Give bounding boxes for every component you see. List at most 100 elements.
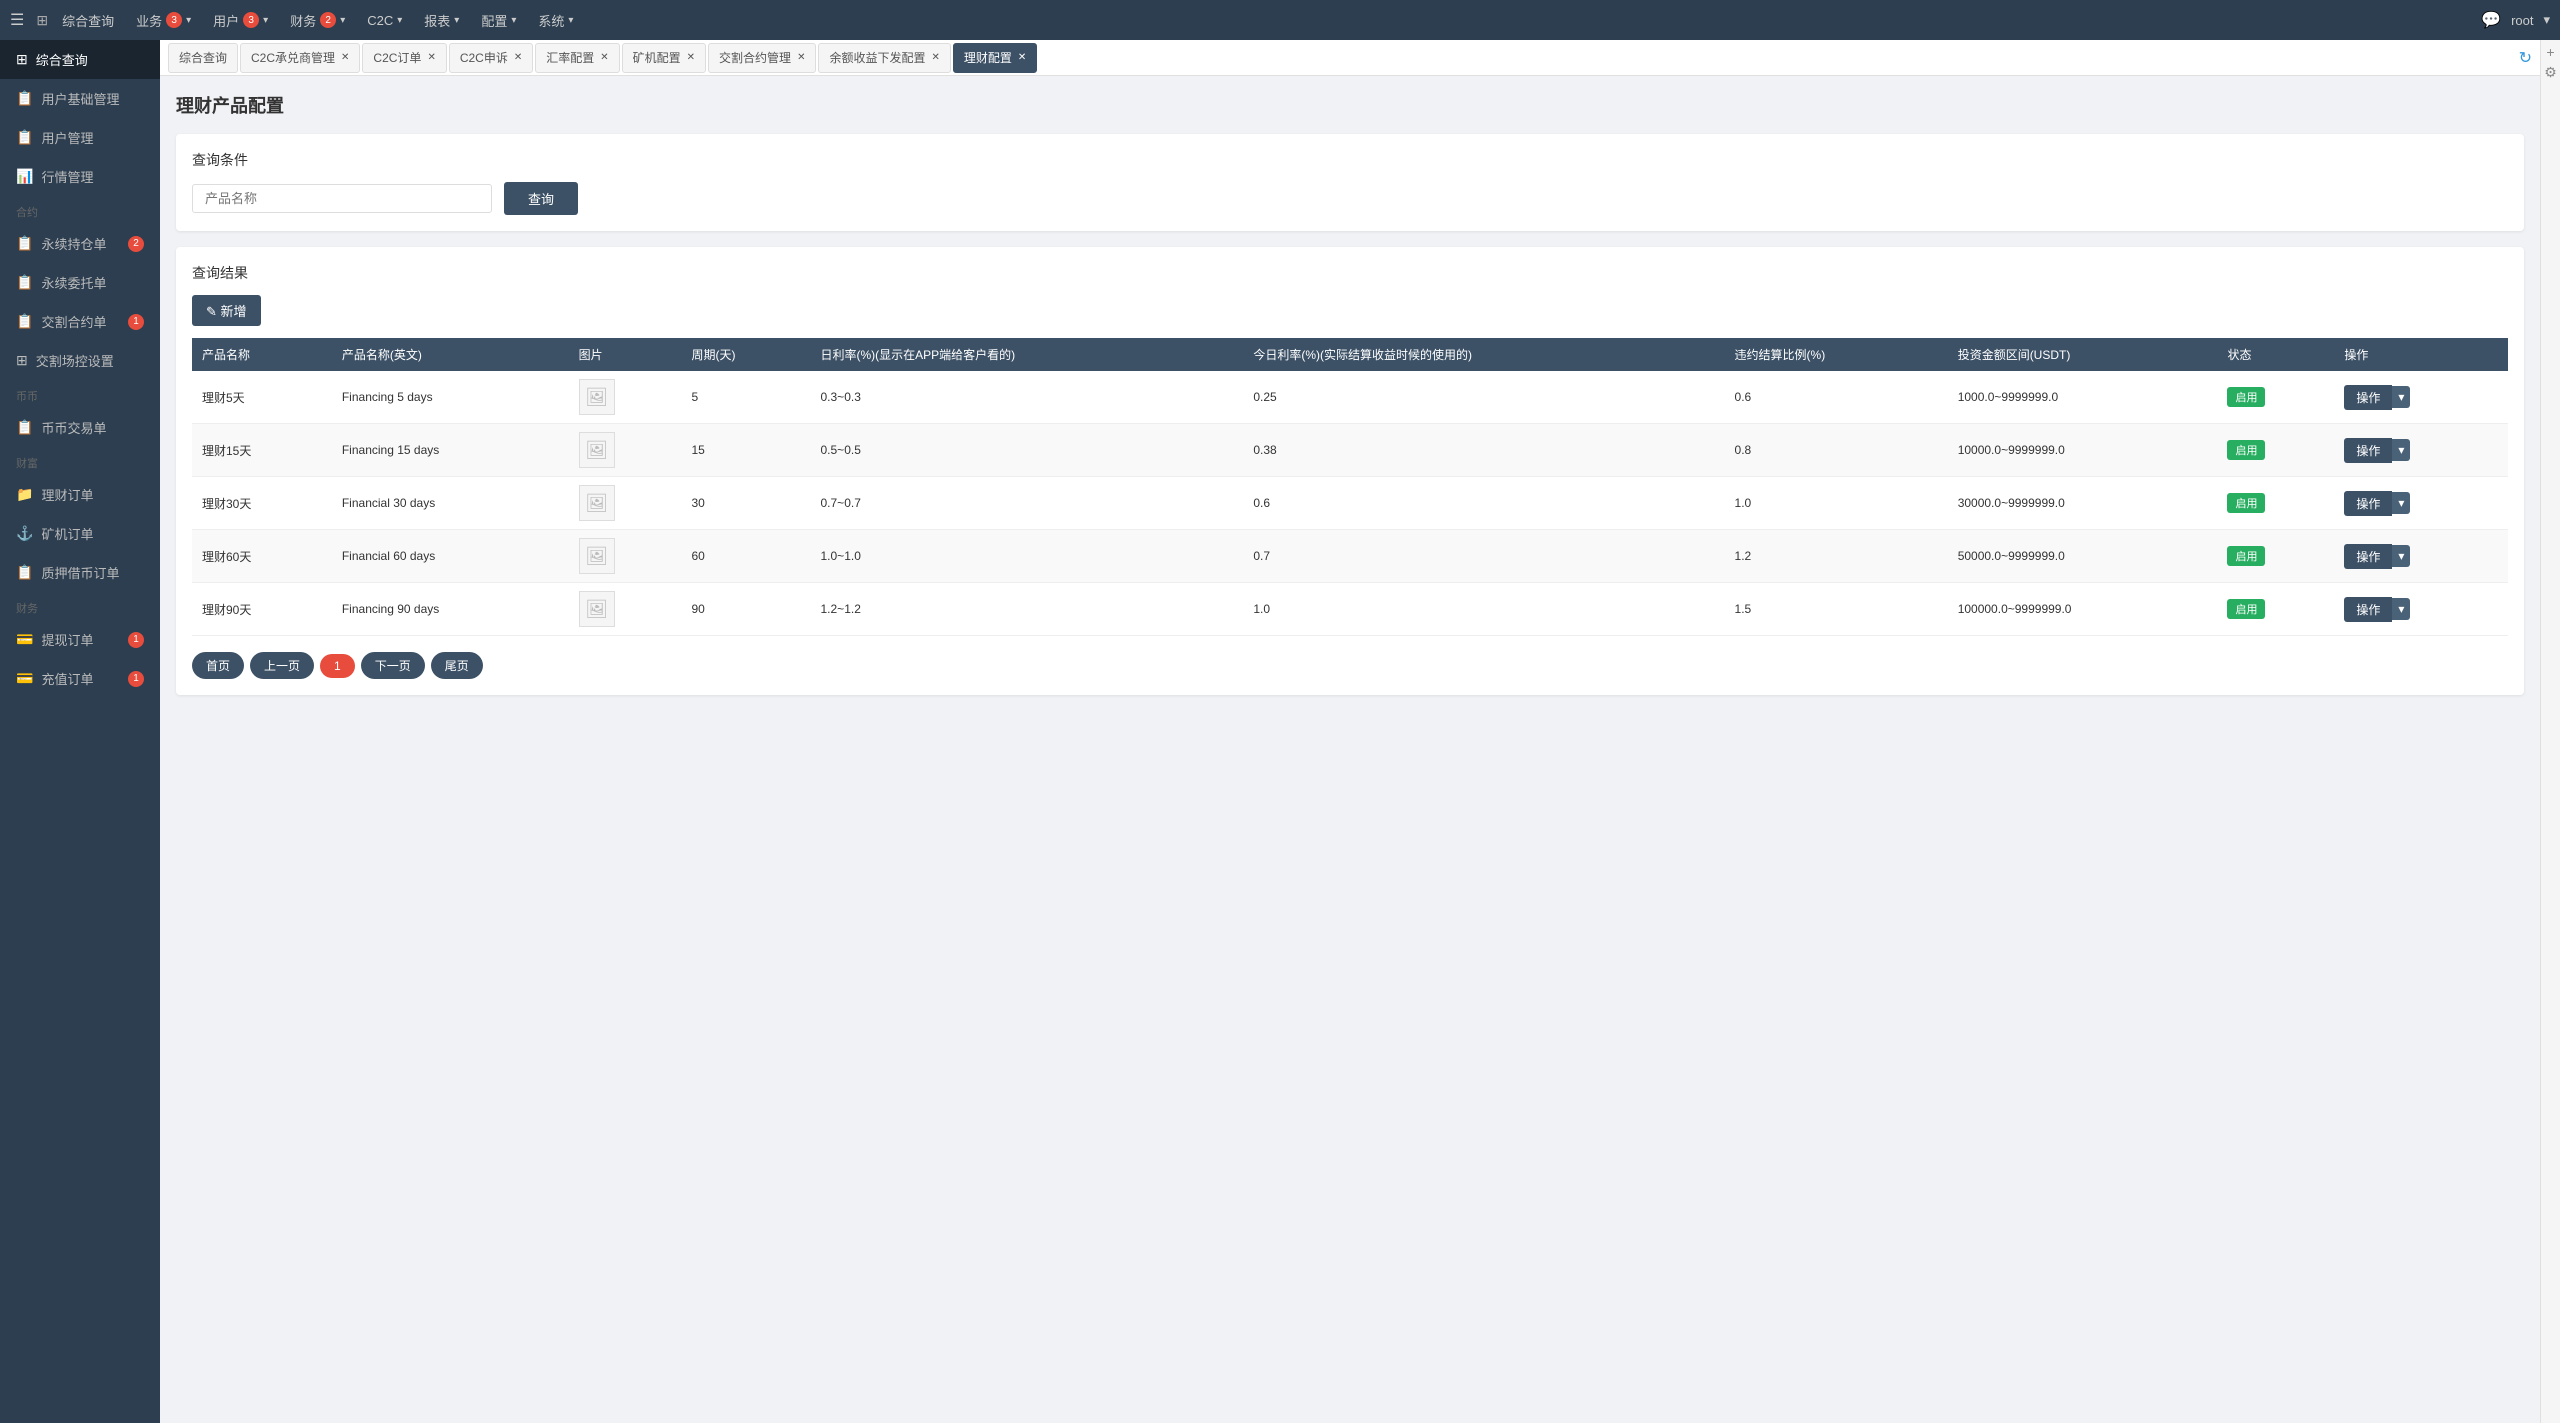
operation-button-4[interactable]: 操作 <box>2344 597 2392 622</box>
menu-item-business[interactable]: 业务 3 ▾ <box>126 0 201 40</box>
user-dropdown-icon[interactable]: ▾ <box>2543 12 2550 28</box>
top-nav-right: 💬 root ▾ <box>2481 10 2550 30</box>
tab-delivery-contract[interactable]: 交割合约管理 ✕ <box>708 43 816 73</box>
plus-icon[interactable]: + <box>2546 44 2554 60</box>
action-btn-group-0: 操作 ▾ <box>2344 385 2498 410</box>
tab-balance-config[interactable]: 余额收益下发配置 ✕ <box>818 43 950 73</box>
right-panel: + ⚙ <box>2540 40 2560 1423</box>
tab-miner-config[interactable]: 矿机配置 ✕ <box>622 43 706 73</box>
cell-operation-4: 操作 ▾ <box>2334 583 2508 636</box>
tab-c2c-appeal[interactable]: C2C申诉 ✕ <box>449 43 533 73</box>
close-icon-2[interactable]: ✕ <box>427 52 435 63</box>
top-nav-menu: 综合查询 业务 3 ▾ 用户 3 ▾ 财务 2 ▾ C2C ▾ 报表 <box>52 0 583 40</box>
results-card: 查询结果 ✎ 新增 产品名称 产品名称(英文) 图片 周期(天) 日利率(%)(… <box>176 247 2524 695</box>
close-icon-6[interactable]: ✕ <box>797 52 805 63</box>
th-image: 图片 <box>569 338 682 371</box>
th-name-en: 产品名称(英文) <box>332 338 569 371</box>
results-section-title: 查询结果 <box>192 263 2508 283</box>
operation-button-1[interactable]: 操作 <box>2344 438 2392 463</box>
add-button[interactable]: ✎ 新增 <box>192 295 261 326</box>
close-icon-4[interactable]: ✕ <box>600 52 608 63</box>
table-row: 理财15天 Financing 15 days 🖼 15 0.5~0.5 0.3… <box>192 424 2508 477</box>
last-page-button[interactable]: 尾页 <box>431 652 483 679</box>
sidebar-item-market[interactable]: 📊 行情管理 <box>0 157 160 196</box>
status-badge-3: 启用 <box>2227 546 2265 566</box>
cell-name-en-1: Financing 15 days <box>332 424 569 477</box>
doc-icon-1: 📋 <box>16 90 33 107</box>
next-page-button[interactable]: 下一页 <box>361 652 425 679</box>
sidebar-item-pledge-order[interactable]: 📋 质押借币订单 <box>0 553 160 592</box>
grid-icon: ⊞ <box>16 51 28 68</box>
menu-item-finance[interactable]: 财务 2 ▾ <box>280 0 355 40</box>
operation-dropdown-2[interactable]: ▾ <box>2392 492 2410 514</box>
menu-item-config[interactable]: 配置 ▾ <box>471 0 526 40</box>
operation-dropdown-0[interactable]: ▾ <box>2392 386 2410 408</box>
search-section-title: 查询条件 <box>192 150 2508 170</box>
operation-button-3[interactable]: 操作 <box>2344 544 2392 569</box>
sidebar-item-delivery-control[interactable]: ⊞ 交割场控设置 <box>0 341 160 380</box>
close-icon-1[interactable]: ✕ <box>341 52 349 63</box>
card-icon-1: 💳 <box>16 631 33 648</box>
menu-item-c2c[interactable]: C2C ▾ <box>357 0 412 40</box>
sidebar-item-overview[interactable]: ⊞ 综合查询 <box>0 40 160 79</box>
th-breach-ratio: 违约结算比例(%) <box>1725 338 1948 371</box>
sidebar-item-spot-order[interactable]: 📋 币币交易单 <box>0 408 160 447</box>
cell-breach-ratio-3: 1.2 <box>1725 530 1948 583</box>
sidebar-item-perp-position[interactable]: 📋 永续持仓单 2 <box>0 224 160 263</box>
prev-page-button[interactable]: 上一页 <box>250 652 314 679</box>
sidebar-item-miner-order[interactable]: ⚓ 矿机订单 <box>0 514 160 553</box>
menu-item-overview[interactable]: 综合查询 <box>52 0 124 40</box>
operation-dropdown-1[interactable]: ▾ <box>2392 439 2410 461</box>
search-card: 查询条件 查询 <box>176 134 2524 231</box>
tab-c2c-order[interactable]: C2C订单 ✕ <box>362 43 446 73</box>
operation-button-2[interactable]: 操作 <box>2344 491 2392 516</box>
sidebar-item-user-mgmt[interactable]: 📋 用户管理 <box>0 118 160 157</box>
sidebar-item-deposit[interactable]: 💳 充值订单 1 <box>0 659 160 698</box>
sidebar-item-delivery-order[interactable]: 📋 交割合约单 1 <box>0 302 160 341</box>
chart-icon: 📊 <box>16 168 33 185</box>
th-operation: 操作 <box>2334 338 2508 371</box>
search-input[interactable] <box>192 184 492 213</box>
message-icon[interactable]: 💬 <box>2481 10 2501 30</box>
table-row: 理财90天 Financing 90 days 🖼 90 1.2~1.2 1.0… <box>192 583 2508 636</box>
content-area: 综合查询 C2C承兑商管理 ✕ C2C订单 ✕ C2C申诉 ✕ 汇率配置 ✕ 矿… <box>160 40 2540 1423</box>
cell-name-en-0: Financing 5 days <box>332 371 569 424</box>
sidebar-section-wealth: 财富 <box>0 447 160 475</box>
tab-rate-config[interactable]: 汇率配置 ✕ <box>535 43 619 73</box>
refresh-icon[interactable]: ↻ <box>2519 48 2532 68</box>
close-icon-5[interactable]: ✕ <box>687 52 695 63</box>
menu-item-report[interactable]: 报表 ▾ <box>414 0 469 40</box>
th-today-rate: 今日利率(%)(实际结算收益时候的使用的) <box>1243 338 1724 371</box>
cell-daily-rate-3: 1.0~1.0 <box>811 530 1244 583</box>
search-button[interactable]: 查询 <box>504 182 578 215</box>
first-page-button[interactable]: 首页 <box>192 652 244 679</box>
chevron-down-icon-3: ▾ <box>340 15 345 26</box>
operation-button-0[interactable]: 操作 <box>2344 385 2392 410</box>
deposit-badge: 1 <box>128 671 144 687</box>
sidebar-item-user-base[interactable]: 📋 用户基础管理 <box>0 79 160 118</box>
cell-period-3: 60 <box>681 530 810 583</box>
sidebar-item-withdraw[interactable]: 💳 提现订单 1 <box>0 620 160 659</box>
current-page-button[interactable]: 1 <box>320 654 355 678</box>
tab-c2c-merchant[interactable]: C2C承兑商管理 ✕ <box>240 43 360 73</box>
menu-item-system[interactable]: 系统 ▾ <box>528 0 583 40</box>
withdraw-badge: 1 <box>128 632 144 648</box>
chevron-down-icon-7: ▾ <box>568 15 573 26</box>
tab-overview[interactable]: 综合查询 <box>168 43 238 73</box>
close-icon-7[interactable]: ✕ <box>931 52 939 63</box>
anchor-icon: ⚓ <box>16 525 33 542</box>
table-row: 理财5天 Financing 5 days 🖼 5 0.3~0.3 0.25 0… <box>192 371 2508 424</box>
menu-item-user[interactable]: 用户 3 ▾ <box>203 0 278 40</box>
sidebar-item-finance-order[interactable]: 📁 理财订单 <box>0 475 160 514</box>
cell-daily-rate-4: 1.2~1.2 <box>811 583 1244 636</box>
settings-icon[interactable]: ⚙ <box>2544 64 2557 81</box>
tab-finance-config[interactable]: 理财配置 ✕ <box>953 43 1037 73</box>
sidebar-item-perp-delegate[interactable]: 📋 永续委托单 <box>0 263 160 302</box>
hamburger-icon[interactable]: ☰ <box>10 10 24 30</box>
close-icon-3[interactable]: ✕ <box>514 52 522 63</box>
table-row: 理财30天 Financial 30 days 🖼 30 0.7~0.7 0.6… <box>192 477 2508 530</box>
close-icon-8[interactable]: ✕ <box>1018 52 1026 63</box>
cell-daily-rate-0: 0.3~0.3 <box>811 371 1244 424</box>
operation-dropdown-3[interactable]: ▾ <box>2392 545 2410 567</box>
operation-dropdown-4[interactable]: ▾ <box>2392 598 2410 620</box>
